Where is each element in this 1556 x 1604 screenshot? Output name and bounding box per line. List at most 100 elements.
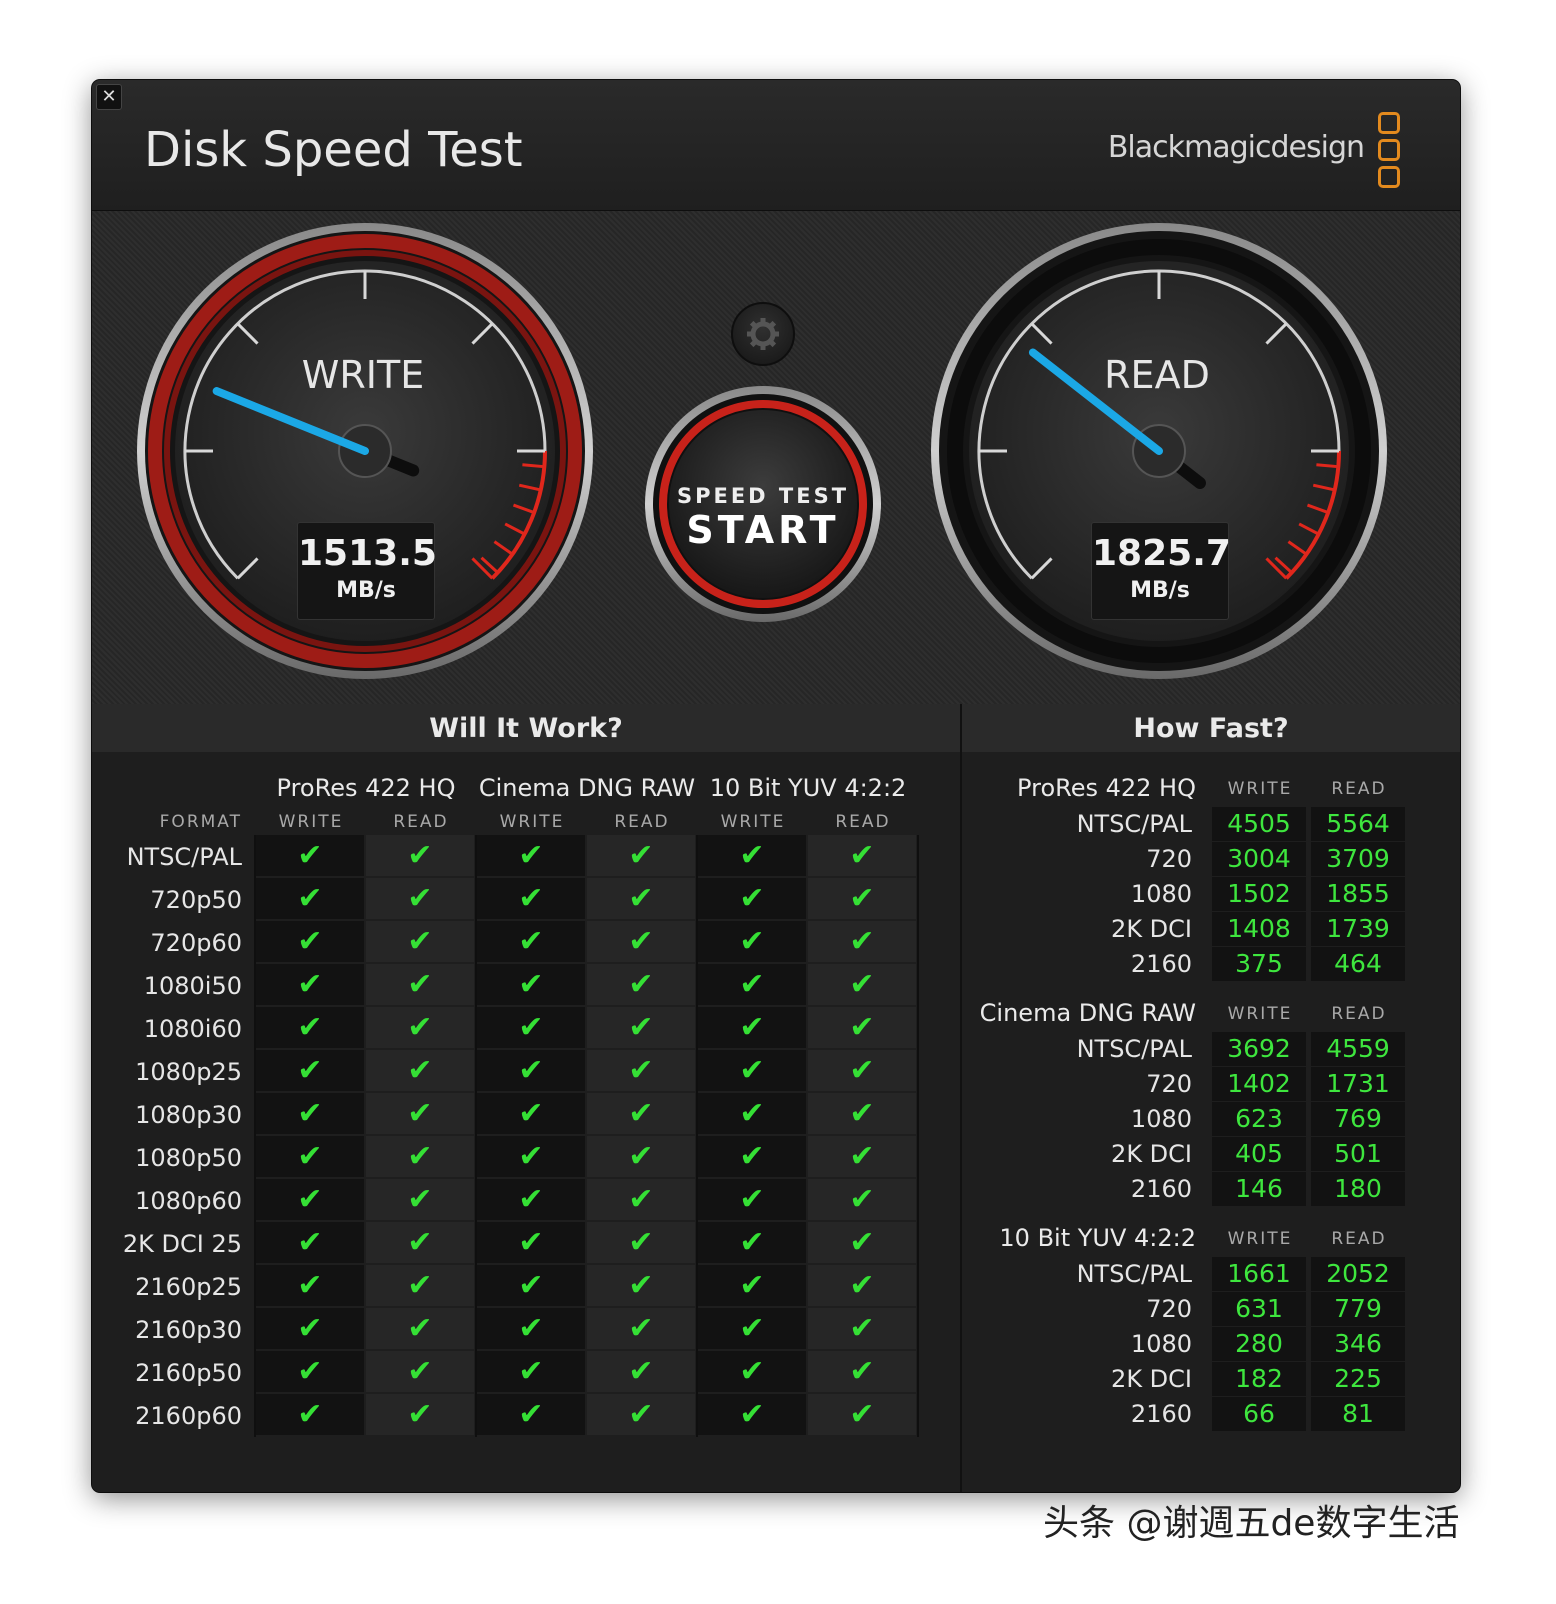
check-cell: ✔: [587, 964, 695, 1005]
checkmark-icon: ✔: [628, 1397, 654, 1432]
how-fast-write-value: 66: [1212, 1397, 1306, 1431]
format-row-label: 2160p30: [135, 1316, 242, 1344]
format-row-label: 1080p60: [135, 1187, 242, 1215]
check-cell: ✔: [587, 1308, 695, 1349]
checkmark-icon: ✔: [849, 1354, 875, 1389]
brand-name: Blackmagicdesign: [1107, 130, 1365, 165]
checkmark-icon: ✔: [407, 838, 433, 873]
read-speed-readout: 1825.7 MB/s: [1091, 522, 1231, 620]
check-cell: ✔: [256, 1265, 364, 1306]
checkmark-icon: ✔: [849, 967, 875, 1002]
check-cell: ✔: [477, 1179, 585, 1220]
checkmark-icon: ✔: [739, 1010, 765, 1045]
checkmark-icon: ✔: [518, 1225, 544, 1260]
check-cell: ✔: [808, 878, 916, 919]
how-fast-format-label: 1080: [1130, 880, 1192, 908]
start-button-label: START: [686, 508, 840, 552]
gear-icon[interactable]: [732, 303, 794, 365]
checkmark-icon: ✔: [739, 1139, 765, 1174]
how-fast-read-value: 4559: [1311, 1032, 1405, 1066]
check-cell: ✔: [808, 1179, 916, 1220]
codec-header: 10 Bit YUV 4:2:2: [709, 774, 907, 802]
write-read-subheader: READ: [614, 812, 670, 832]
checkmark-icon: ✔: [407, 967, 433, 1002]
check-cell: ✔: [587, 921, 695, 962]
check-cell: ✔: [366, 1007, 474, 1048]
write-read-subheader: WRITE: [499, 812, 565, 832]
check-cell: ✔: [477, 1222, 585, 1263]
write-read-subheader: WRITE: [278, 812, 344, 832]
check-cell: ✔: [256, 1007, 364, 1048]
how-fast-codec-header: ProRes 422 HQ: [1017, 774, 1196, 802]
title-bar: ✕ Disk Speed Test Blackmagicdesign: [92, 80, 1460, 211]
start-button[interactable]: SPEED TEST START: [663, 404, 863, 604]
check-cell: ✔: [477, 878, 585, 919]
column-separator: [696, 835, 698, 1437]
format-row-label: NTSC/PAL: [126, 843, 242, 871]
how-fast-read-value: 464: [1311, 947, 1405, 981]
checkmark-icon: ✔: [849, 1010, 875, 1045]
how-fast-format-label: 1080: [1130, 1105, 1192, 1133]
check-cell: ✔: [587, 1394, 695, 1435]
how-fast-write-value: 146: [1212, 1172, 1306, 1206]
check-cell: ✔: [366, 1050, 474, 1091]
format-row-label: 2160p60: [135, 1402, 242, 1430]
checkmark-icon: ✔: [407, 881, 433, 916]
check-cell: ✔: [256, 1351, 364, 1392]
close-icon[interactable]: ✕: [96, 84, 122, 110]
check-cell: ✔: [698, 878, 806, 919]
checkmark-icon: ✔: [628, 1311, 654, 1346]
how-fast-codec-header: 10 Bit YUV 4:2:2: [999, 1224, 1196, 1252]
results-panel: Will It Work? How Fast? ProRes 422 HQ Cin…: [92, 704, 1460, 1492]
column-separator: [475, 835, 477, 1437]
check-cell: ✔: [808, 1394, 916, 1435]
section-divider: [960, 704, 962, 1492]
how-fast-format-label: 2160: [1130, 1175, 1192, 1203]
checkmark-icon: ✔: [407, 1053, 433, 1088]
check-cell: ✔: [587, 1265, 695, 1306]
how-fast-format-label: 720: [1146, 1070, 1192, 1098]
checkmark-icon: ✔: [297, 1311, 323, 1346]
check-cell: ✔: [587, 878, 695, 919]
checkmark-icon: ✔: [518, 1053, 544, 1088]
write-speed-unit: MB/s: [336, 578, 396, 603]
will-it-work-heading: Will It Work?: [92, 704, 960, 752]
how-fast-read-value: 3709: [1311, 842, 1405, 876]
checkmark-icon: ✔: [628, 1268, 654, 1303]
how-fast-read-value: 1855: [1311, 877, 1405, 911]
check-cell: ✔: [698, 1222, 806, 1263]
checkmark-icon: ✔: [739, 967, 765, 1002]
read-red-tick: [1316, 463, 1339, 469]
watermark: 头条 @谢週五de数字生活: [1043, 1503, 1460, 1544]
checkmark-icon: ✔: [628, 967, 654, 1002]
how-fast-format-label: NTSC/PAL: [1076, 1035, 1192, 1063]
how-fast-format-label: 2160: [1130, 1400, 1192, 1428]
format-row-label: 1080i60: [143, 1015, 242, 1043]
checkmark-icon: ✔: [628, 1096, 654, 1131]
checkmark-icon: ✔: [628, 1139, 654, 1174]
checkmark-icon: ✔: [297, 924, 323, 959]
check-cell: ✔: [587, 1093, 695, 1134]
check-cell: ✔: [477, 835, 585, 876]
check-cell: ✔: [698, 1136, 806, 1177]
checkmark-icon: ✔: [407, 1354, 433, 1389]
how-fast-write-value: 1502: [1212, 877, 1306, 911]
how-fast-format-label: NTSC/PAL: [1076, 1260, 1192, 1288]
how-fast-read-value: 180: [1311, 1172, 1405, 1206]
check-cell: ✔: [698, 1179, 806, 1220]
check-cell: ✔: [477, 1007, 585, 1048]
how-fast-write-value: 182: [1212, 1362, 1306, 1396]
check-cell: ✔: [698, 1093, 806, 1134]
check-cell: ✔: [366, 1136, 474, 1177]
checkmark-icon: ✔: [518, 1010, 544, 1045]
check-cell: ✔: [808, 1050, 916, 1091]
checkmark-icon: ✔: [628, 1225, 654, 1260]
checkmark-icon: ✔: [849, 881, 875, 916]
how-fast-write-value: 3004: [1212, 842, 1306, 876]
check-cell: ✔: [366, 878, 474, 919]
format-row-label: 1080i50: [143, 972, 242, 1000]
check-cell: ✔: [477, 1265, 585, 1306]
check-cell: ✔: [808, 1136, 916, 1177]
write-read-subheader: WRITE: [720, 812, 786, 832]
column-separator: [254, 835, 256, 1437]
